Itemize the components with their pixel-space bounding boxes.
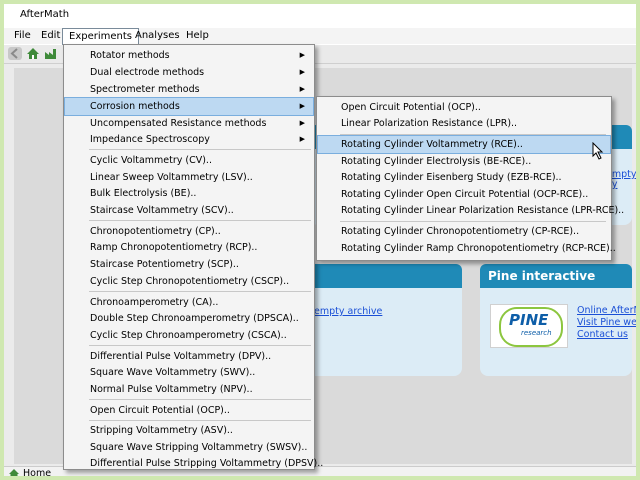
menu-item-npv[interactable]: Normal Pulse Voltammetry (NPV).. [65, 381, 313, 398]
submenu-item-cp-rce[interactable]: Rotating Cylinder Chronopotentiometry (C… [318, 223, 610, 240]
submenu-item-ocp[interactable]: Open Circuit Potential (OCP).. [318, 99, 610, 116]
empty-archive-link[interactable]: empty archive [314, 306, 382, 317]
submenu-arrow-icon: ▶ [299, 119, 305, 127]
menu-separator [89, 149, 311, 150]
menu-item-scv[interactable]: Staircase Voltammetry (SCV).. [65, 202, 313, 219]
corrosion-methods-submenu: Open Circuit Potential (OCP).. Linear Po… [316, 96, 624, 261]
pine-logo[interactable]: PINE research [490, 304, 568, 348]
menu-item-dpsca[interactable]: Double Step Chronoamperometry (DPSCA).. [65, 310, 313, 327]
submenu-item-ezb-rce[interactable]: Rotating Cylinder Eisenberg Study (EZB-R… [318, 169, 610, 186]
menu-item-rcp[interactable]: Ramp Chronopotentiometry (RCP).. [65, 239, 313, 256]
menu-item-cscp[interactable]: Cyclic Step Chronopotentiometry (CSCP).. [65, 273, 313, 290]
pine-panel-title: Pine interactive [488, 269, 596, 283]
submenu-arrow-icon: ▶ [299, 68, 305, 76]
menu-item-ocp[interactable]: Open Circuit Potential (OCP).. [65, 402, 313, 419]
submenu-item-lpr[interactable]: Linear Polarization Resistance (LPR).. [318, 115, 610, 132]
menu-separator [340, 134, 606, 135]
menu-item-dual-electrode-methods[interactable]: Dual electrode methods ▶ [65, 64, 313, 81]
menu-separator [89, 220, 311, 221]
menu-item-swv[interactable]: Square Wave Voltammetry (SWV).. [65, 364, 313, 381]
menu-item-swsv[interactable]: Square Wave Stripping Voltammetry (SWSV)… [65, 439, 313, 456]
pine-panel-header: Pine interactive [480, 264, 632, 288]
menu-item-be[interactable]: Bulk Electrolysis (BE).. [65, 185, 313, 202]
menu-separator [89, 420, 311, 421]
menu-separator [89, 291, 311, 292]
mouse-cursor-icon [592, 141, 604, 163]
pine-interactive-panel: Pine interactive PINE research Online Af… [480, 264, 636, 376]
menu-analyses[interactable]: Analyses [129, 28, 186, 44]
menu-item-ca[interactable]: Chronoamperometry (CA).. [65, 294, 313, 311]
home-icon[interactable] [26, 47, 40, 60]
contact-us-link[interactable]: Contact us [577, 329, 628, 340]
visit-pine-website-link[interactable]: Visit Pine websit [577, 317, 636, 328]
home-status-label[interactable]: Home [23, 468, 51, 476]
menu-item-corrosion-methods[interactable]: Corrosion methods ▶ [64, 97, 314, 116]
menu-file[interactable]: File [8, 28, 37, 44]
menu-item-asv[interactable]: Stripping Voltammetry (ASV).. [65, 422, 313, 439]
menu-item-impedance-spectroscopy[interactable]: Impedance Spectroscopy ▶ [65, 131, 313, 148]
online-aftermath-link[interactable]: Online AfterMat [577, 305, 636, 316]
menu-item-spectrometer-methods[interactable]: Spectrometer methods ▶ [65, 81, 313, 98]
menu-item-csca[interactable]: Cyclic Step Chronoamperometry (CSCA).. [65, 327, 313, 344]
back-icon[interactable] [8, 47, 22, 60]
menu-experiments[interactable]: Experiments [62, 28, 139, 45]
menu-item-lsv[interactable]: Linear Sweep Voltammetry (LSV).. [65, 169, 313, 186]
submenu-arrow-icon: ▶ [299, 102, 305, 110]
submenu-item-be-rce[interactable]: Rotating Cylinder Electrolysis (BE-RCE).… [318, 153, 610, 170]
menu-separator [89, 399, 311, 400]
menu-item-dpsv[interactable]: Differential Pulse Stripping Voltammetry… [65, 455, 323, 472]
menu-separator [340, 221, 606, 222]
submenu-item-rcp-rce[interactable]: Rotating Cylinder Ramp Chronopotentiomet… [318, 240, 616, 257]
menu-item-dpv[interactable]: Differential Pulse Voltammetry (DPV).. [65, 348, 313, 365]
app-window: AfterMath File Edit Experiments Analyses… [4, 4, 636, 476]
menu-item-scp[interactable]: Staircase Potentiometry (SCP).. [65, 256, 313, 273]
menu-help[interactable]: Help [180, 28, 215, 44]
submenu-item-lpr-rce[interactable]: Rotating Cylinder Linear Polarization Re… [318, 202, 624, 219]
menu-item-cp[interactable]: Chronopotentiometry (CP).. [65, 223, 313, 240]
title-bar: AfterMath [4, 4, 636, 26]
window-title: AfterMath [20, 9, 70, 20]
submenu-item-rce[interactable]: Rotating Cylinder Voltammetry (RCE).. [317, 135, 611, 154]
experiments-menu: Rotator methods ▶ Dual electrode methods ▶… [63, 44, 323, 472]
submenu-arrow-icon: ▶ [299, 85, 305, 93]
home-status-icon [8, 468, 20, 476]
submenu-item-ocp-rce[interactable]: Rotating Cylinder Open Circuit Potential… [318, 186, 610, 203]
menu-bar: File Edit Experiments Analyses Help [4, 28, 636, 45]
menu-item-cv[interactable]: Cyclic Voltammetry (CV).. [65, 152, 313, 169]
submenu-arrow-icon: ▶ [299, 51, 305, 59]
menu-item-rotator-methods[interactable]: Rotator methods ▶ [65, 47, 313, 64]
menu-separator [89, 345, 311, 346]
submenu-arrow-icon: ▶ [299, 135, 305, 143]
factory-icon[interactable] [44, 47, 58, 60]
menu-item-uncompensated-resistance-methods[interactable]: Uncompensated Resistance methods ▶ [65, 115, 313, 132]
